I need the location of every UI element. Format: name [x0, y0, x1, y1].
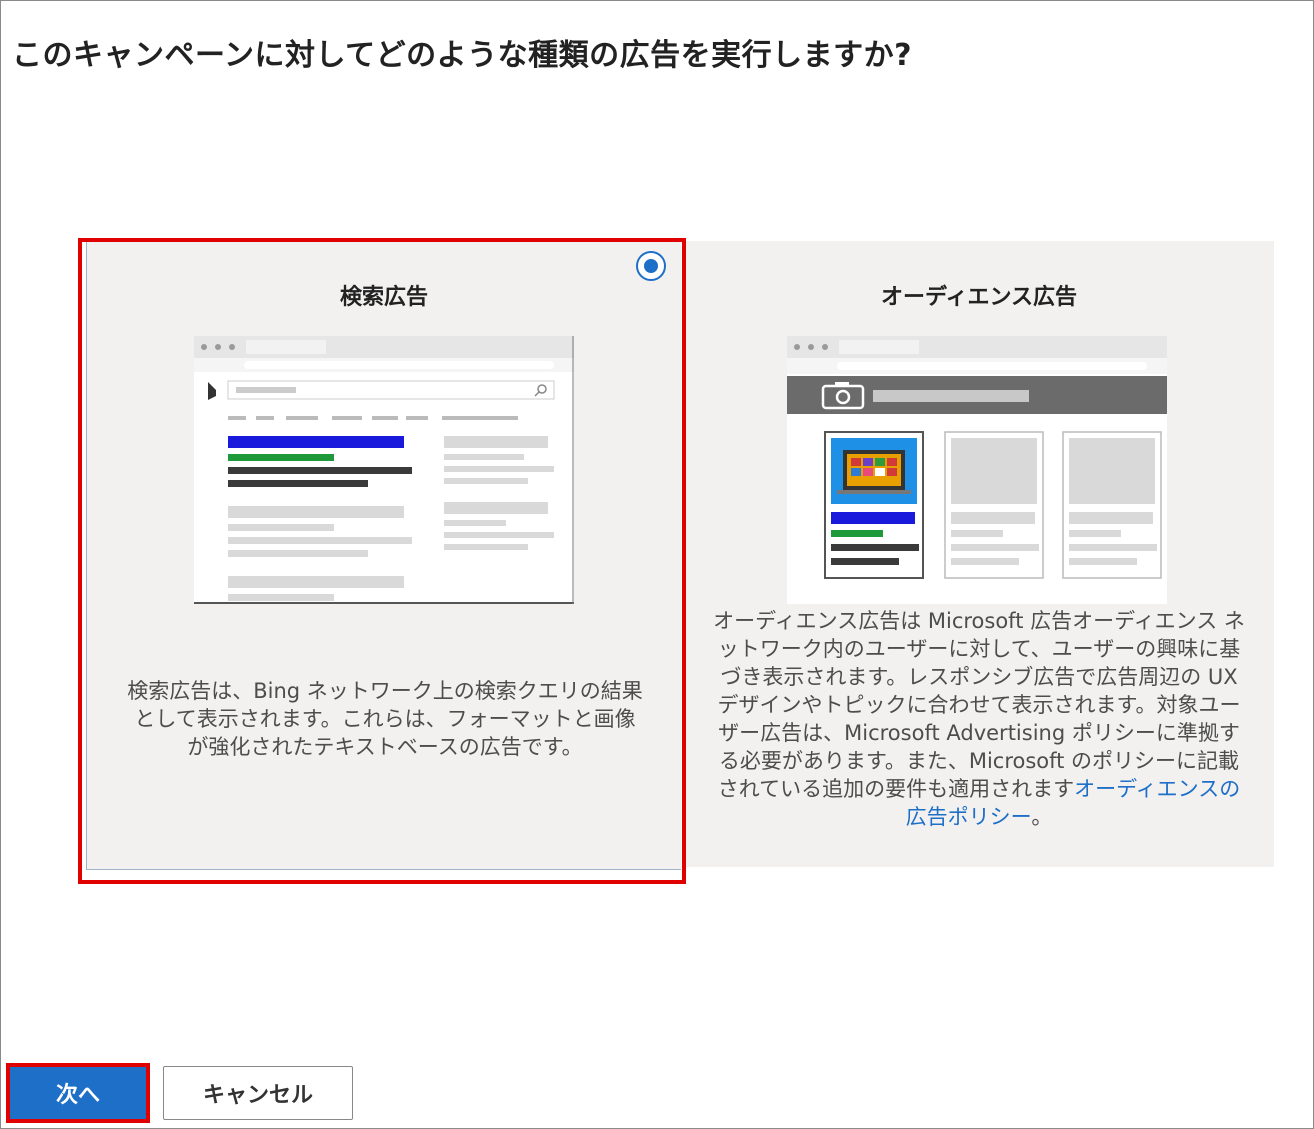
audience-ad-option[interactable]: オーディエンス広告 オーディエンス広告は Microsoft 広告オーディエンス… — [684, 241, 1274, 867]
audience-ad-description-end: 。 — [1031, 805, 1053, 829]
audience-ad-description: オーディエンス広告は Microsoft 広告オーディエンス ネットワーク内のユ… — [712, 607, 1246, 831]
page-title: このキャンペーンに対してどのような種類の広告を実行しますか? — [12, 38, 913, 73]
audience-ad-description-text: オーディエンス広告は Microsoft 広告オーディエンス ネットワーク内のユ… — [713, 609, 1245, 801]
next-button[interactable]: 次へ — [6, 1063, 150, 1123]
audience-ad-illustration — [787, 336, 1167, 604]
selection-highlight — [78, 238, 686, 884]
cancel-button[interactable]: キャンセル — [163, 1066, 353, 1120]
search-ad-radio[interactable] — [636, 251, 666, 281]
audience-ad-title: オーディエンス広告 — [880, 285, 1078, 310]
